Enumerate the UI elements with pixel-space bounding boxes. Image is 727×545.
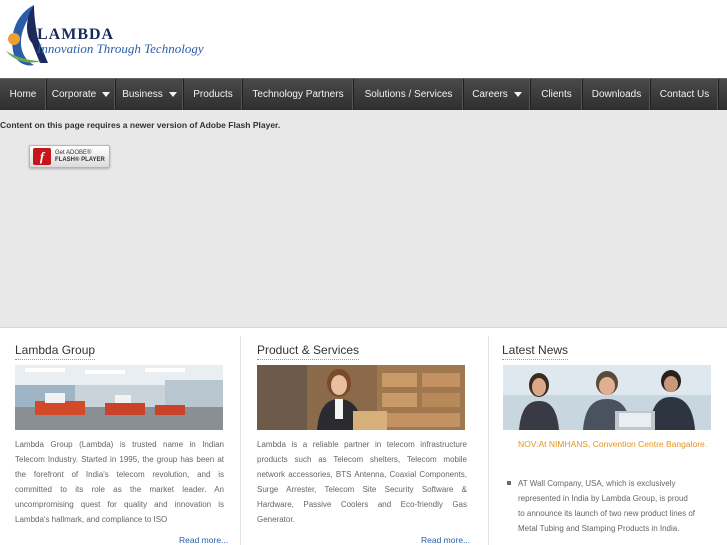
flash-required-message: Content on this page requires a newer ve…: [0, 120, 281, 130]
business-people-image: [503, 365, 711, 430]
nav-clients[interactable]: Clients: [531, 79, 583, 110]
lambda-group-column: Lambda Group Lambda Group (Lambda) is tr…: [0, 328, 240, 545]
lambda-group-text: Lambda Group (Lambda) is trusted name in…: [15, 440, 224, 524]
nav-home[interactable]: Home: [0, 79, 47, 110]
product-services-text: Lambda is a reliable partner in telecom …: [257, 440, 467, 524]
nav-products[interactable]: Products: [184, 79, 243, 110]
nav-solutions-services[interactable]: Solutions / Services: [354, 79, 464, 110]
content-panel: Lambda Group Lambda Group (Lambda) is tr…: [0, 327, 727, 545]
product-services-title: Product & Services: [257, 343, 360, 360]
site-header: LAMBDA Innovation Through Technology: [0, 0, 727, 78]
news-item-text: AT Wall Company, USA, which is exclusive…: [518, 479, 695, 533]
nav-careers[interactable]: Careers: [464, 79, 531, 110]
latest-news-column: Latest News NOV:At NIMHANS, Convention C…: [489, 328, 727, 545]
nav-contact-us[interactable]: Contact Us: [651, 79, 719, 110]
get-flash-player-button[interactable]: f Get ADOBE® FLASH® PLAYER: [29, 145, 110, 168]
lambda-group-title: Lambda Group: [15, 343, 96, 360]
nav-technology-partners[interactable]: Technology Partners: [243, 79, 354, 110]
lambda-logo[interactable]: LAMBDA Innovation Through Technology: [4, 3, 204, 69]
latest-news-title: Latest News: [502, 343, 569, 360]
main-navigation: Home Corporate Business Products Technol…: [0, 78, 727, 110]
nav-downloads[interactable]: Downloads: [583, 79, 651, 110]
nav-business[interactable]: Business: [116, 79, 184, 110]
chevron-down-icon: [102, 92, 111, 97]
product-services-column: Product & Services Lambda is a reliable …: [241, 328, 488, 545]
flash-button-line2: FLASH® PLAYER: [55, 156, 105, 163]
news-highlight-link[interactable]: NOV:At NIMHANS, Convention Centre Bangal…: [518, 439, 707, 449]
product-services-read-more-link[interactable]: Read more...: [421, 535, 470, 545]
logo-tagline: Innovation Through Technology: [37, 41, 204, 56]
news-item: AT Wall Company, USA, which is exclusive…: [507, 476, 696, 536]
chevron-down-icon: [168, 92, 177, 97]
flash-button-line1: Get ADOBE®: [55, 149, 92, 156]
lambda-group-read-more-link[interactable]: Read more...: [179, 535, 228, 545]
chevron-down-icon: [513, 92, 522, 97]
bullet-icon: [507, 481, 511, 485]
nav-corporate[interactable]: Corporate: [47, 79, 116, 110]
office-image: [15, 365, 223, 430]
warehouse-image: [257, 365, 465, 430]
flash-player-icon: f: [33, 148, 51, 165]
